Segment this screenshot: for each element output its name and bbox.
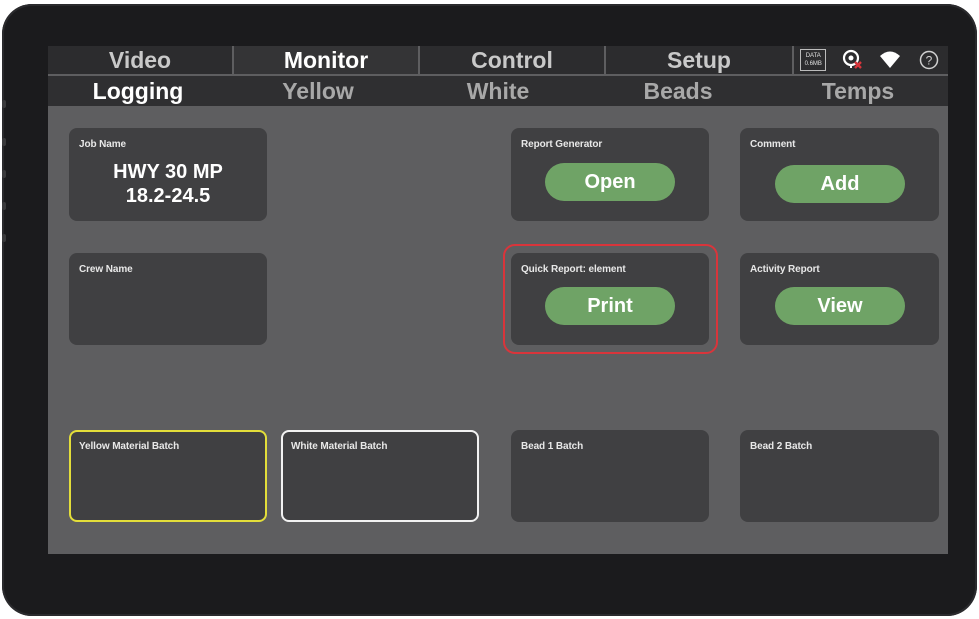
panel-title: Quick Report: element [521,264,626,275]
data-label: DATA [805,53,821,59]
wifi-icon[interactable] [877,48,903,72]
side-button [2,202,6,210]
activity-report-panel: Activity Report View [740,253,939,345]
crew-name-panel[interactable]: Crew Name [69,253,267,345]
subtab-temps[interactable]: Temps [768,76,948,106]
side-button [2,234,6,242]
subtab-beads[interactable]: Beads [588,76,768,106]
side-button [2,170,6,178]
subtab-logging[interactable]: Logging [48,76,228,106]
panel-title: Crew Name [79,264,133,275]
job-name-line2: 18.2-24.5 [125,185,211,207]
sub-tabs: Logging Yellow White Beads Temps [48,76,948,106]
subtab-yellow[interactable]: Yellow [228,76,408,106]
bead-1-batch-panel[interactable]: Bead 1 Batch [511,430,709,522]
panel-title: Report Generator [521,139,603,150]
view-button[interactable]: View [775,287,905,325]
panel-title: Job Name [79,139,126,150]
subtab-white[interactable]: White [408,76,588,106]
report-generator-panel: Report Generator Open [511,128,709,221]
tab-video[interactable]: Video [48,46,234,74]
tab-setup[interactable]: Setup [606,46,794,74]
tab-monitor[interactable]: Monitor [234,46,420,74]
app-screen: Video Monitor Control Setup DATA 0.6MB ?… [48,46,948,554]
job-name-panel[interactable]: Job Name HWY 30 MP 18.2-24.5 [69,128,267,221]
panel-title: Comment [750,139,796,150]
side-button [2,100,6,108]
panel-title: Bead 1 Batch [521,441,584,452]
bead-2-batch-panel[interactable]: Bead 2 Batch [740,430,939,522]
svg-text:?: ? [925,54,932,68]
print-button[interactable]: Print [545,287,675,325]
location-error-icon[interactable] [839,48,865,72]
data-size: 0.6MB [804,61,822,67]
yellow-material-batch-panel[interactable]: Yellow Material Batch [69,430,267,522]
side-button [2,138,6,146]
panel-title: White Material Batch [291,441,388,452]
quick-report-panel: Quick Report: element Print [511,253,709,345]
comment-panel: Comment Add [740,128,939,221]
data-usage-badge[interactable]: DATA 0.6MB [800,49,827,71]
panel-title: Yellow Material Batch [79,441,180,452]
tab-control[interactable]: Control [420,46,606,74]
white-material-batch-panel[interactable]: White Material Batch [281,430,479,522]
main-tabs: Video Monitor Control Setup DATA 0.6MB ? [48,46,948,74]
job-name-line1: HWY 30 MP [113,161,223,183]
open-button[interactable]: Open [545,163,675,201]
status-area: DATA 0.6MB ? [794,46,948,74]
help-icon[interactable]: ? [916,48,942,72]
panel-title: Bead 2 Batch [750,441,813,452]
panel-title: Activity Report [750,264,820,275]
add-comment-button[interactable]: Add [775,165,905,203]
